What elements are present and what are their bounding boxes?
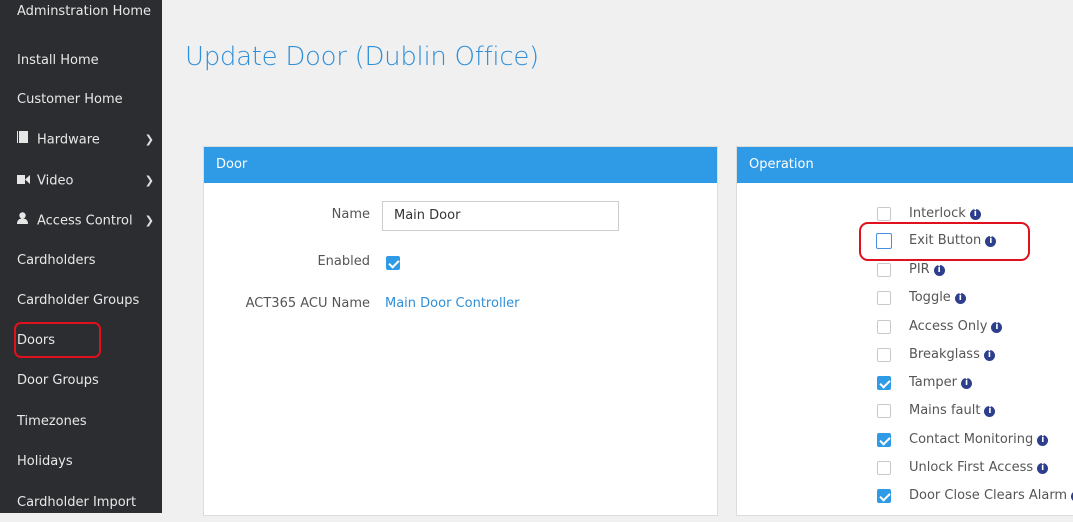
sidebar-item-customer-home[interactable]: Customer Home (0, 81, 162, 119)
operation-option-text: Tamper (909, 375, 958, 390)
operation-panel: Operation Interlock i Exit Button i PIR i Togg… (736, 146, 1073, 516)
help-info-icon[interactable]: i (969, 209, 981, 220)
sidebar-item-hardware[interactable]: Hardware ❯ (0, 121, 162, 159)
operation-panel-header: Operation (737, 147, 1073, 183)
operation-option-checkbox[interactable] (877, 404, 891, 418)
operation-option-label: Access Only i (909, 319, 1003, 334)
name-label: Name (331, 207, 370, 222)
page-title: Update Door (Dublin Office) (185, 42, 539, 72)
operation-option-checkbox[interactable] (877, 207, 891, 221)
operation-option-text: PIR (909, 262, 930, 277)
operation-option-row[interactable]: Contact Monitoring i (737, 431, 1073, 453)
operation-option-text: Mains fault (909, 403, 981, 418)
doors-highlight-annotation (14, 322, 101, 358)
operation-option-row[interactable]: Access Only i (737, 318, 1073, 340)
enabled-checkbox[interactable] (386, 256, 400, 270)
operation-option-text: Door Close Clears Alarm (909, 488, 1068, 503)
operation-option-row[interactable]: Door Close Clears Alarmi (737, 487, 1073, 509)
operation-option-checkbox[interactable] (877, 320, 891, 334)
door-panel: Door Name Main Door Enabled ACT365 ACU N… (203, 146, 718, 516)
operation-option-label: Door Close Clears Alarmi (909, 488, 1073, 503)
operation-option-row[interactable]: Breakglass i (737, 346, 1073, 368)
operation-option-label: Unlock First Access i (909, 460, 1049, 475)
sidebar-item-label: Customer Home (17, 92, 123, 107)
help-info-icon[interactable]: i (991, 322, 1003, 333)
help-info-icon[interactable]: i (933, 265, 945, 276)
sidebar-item-access-control[interactable]: Access Control ❯ (0, 202, 162, 240)
help-info-icon[interactable]: i (984, 406, 996, 417)
help-info-icon[interactable]: i (961, 378, 973, 389)
operation-option-label: Tamper i (909, 375, 973, 390)
operation-option-label: Breakglass i (909, 347, 995, 362)
sidebar-item-video[interactable]: Video ❯ (0, 162, 162, 200)
door-panel-header: Door (204, 147, 717, 183)
chevron-down-icon[interactable]: ❯ (145, 162, 154, 200)
sidebar-item-label: Holidays (17, 454, 73, 469)
sidebar-item-label: Timezones (17, 414, 87, 429)
operation-option-label: PIR i (909, 262, 945, 277)
sidebar-item-door-groups[interactable]: Door Groups (0, 362, 162, 400)
operation-option-label: Toggle i (909, 290, 966, 305)
operation-option-text: Unlock First Access (909, 460, 1034, 475)
exit-button-highlight-annotation (859, 222, 1030, 261)
operation-option-text: Interlock (909, 206, 966, 221)
operation-option-row[interactable]: Unlock First Access i (737, 459, 1073, 481)
help-info-icon[interactable]: i (983, 350, 995, 361)
sidebar-item-label: Adminstration Home (17, 4, 152, 19)
sidebar-item-timezones[interactable]: Timezones (0, 403, 162, 441)
acu-controller-link[interactable]: Main Door Controller (385, 296, 520, 311)
sidebar-item-administration-home[interactable]: Adminstration Home (0, 0, 162, 30)
sidebar-item-cardholder-import[interactable]: Cardholder Import (0, 484, 162, 522)
sidebar-item-label: Install Home (17, 53, 99, 68)
acu-name-label: ACT365 ACU Name (245, 296, 370, 311)
help-info-icon[interactable]: i (954, 293, 966, 304)
chevron-down-icon[interactable]: ❯ (145, 202, 154, 240)
sidebar: Adminstration Home Install Home Customer… (0, 0, 162, 513)
chevron-down-icon[interactable]: ❯ (145, 121, 154, 159)
operation-option-text: Access Only (909, 319, 988, 334)
operation-option-text: Toggle (909, 290, 951, 305)
sidebar-item-cardholder-groups[interactable]: Cardholder Groups (0, 282, 162, 320)
operation-option-checkbox[interactable] (877, 461, 891, 475)
sidebar-item-label: Cardholder Import (17, 495, 137, 510)
door-name-input[interactable]: Main Door (382, 201, 619, 231)
sidebar-item-label: Hardware (37, 132, 100, 148)
operation-option-row[interactable]: Toggle i (737, 289, 1073, 311)
user-icon (17, 202, 31, 240)
operation-option-text: Contact Monitoring (909, 432, 1034, 447)
sidebar-item-label: Door Groups (17, 373, 99, 388)
operation-option-checkbox[interactable] (877, 433, 891, 447)
operation-option-text: Breakglass (909, 347, 980, 362)
sidebar-item-label: Cardholder Groups (17, 293, 140, 308)
sidebar-item-cardholders[interactable]: Cardholders (0, 242, 162, 280)
help-info-icon[interactable]: i (1037, 435, 1049, 446)
video-camera-icon (17, 162, 31, 200)
sidebar-item-label: Video (37, 173, 74, 189)
sidebar-item-holidays[interactable]: Holidays (0, 443, 162, 481)
operation-option-label: Interlock i (909, 206, 981, 221)
operation-option-checkbox[interactable] (877, 348, 891, 362)
operation-option-label: Contact Monitoring i (909, 432, 1049, 447)
operation-option-row[interactable]: PIR i (737, 261, 1073, 283)
operation-option-label: Mains fault i (909, 403, 996, 418)
operation-option-checkbox[interactable] (877, 263, 891, 277)
operation-option-checkbox[interactable] (877, 489, 891, 503)
help-info-icon[interactable]: i (1037, 463, 1049, 474)
sidebar-item-label: Access Control (37, 213, 133, 229)
book-icon (17, 121, 31, 159)
operation-option-checkbox[interactable] (877, 291, 891, 305)
enabled-label: Enabled (317, 254, 370, 269)
sidebar-item-label: Cardholders (17, 253, 96, 268)
operation-option-row[interactable]: Mains fault i (737, 402, 1073, 424)
sidebar-item-install-home[interactable]: Install Home (0, 42, 162, 80)
operation-option-row[interactable]: Tamper i (737, 374, 1073, 396)
operation-option-checkbox[interactable] (877, 376, 891, 390)
